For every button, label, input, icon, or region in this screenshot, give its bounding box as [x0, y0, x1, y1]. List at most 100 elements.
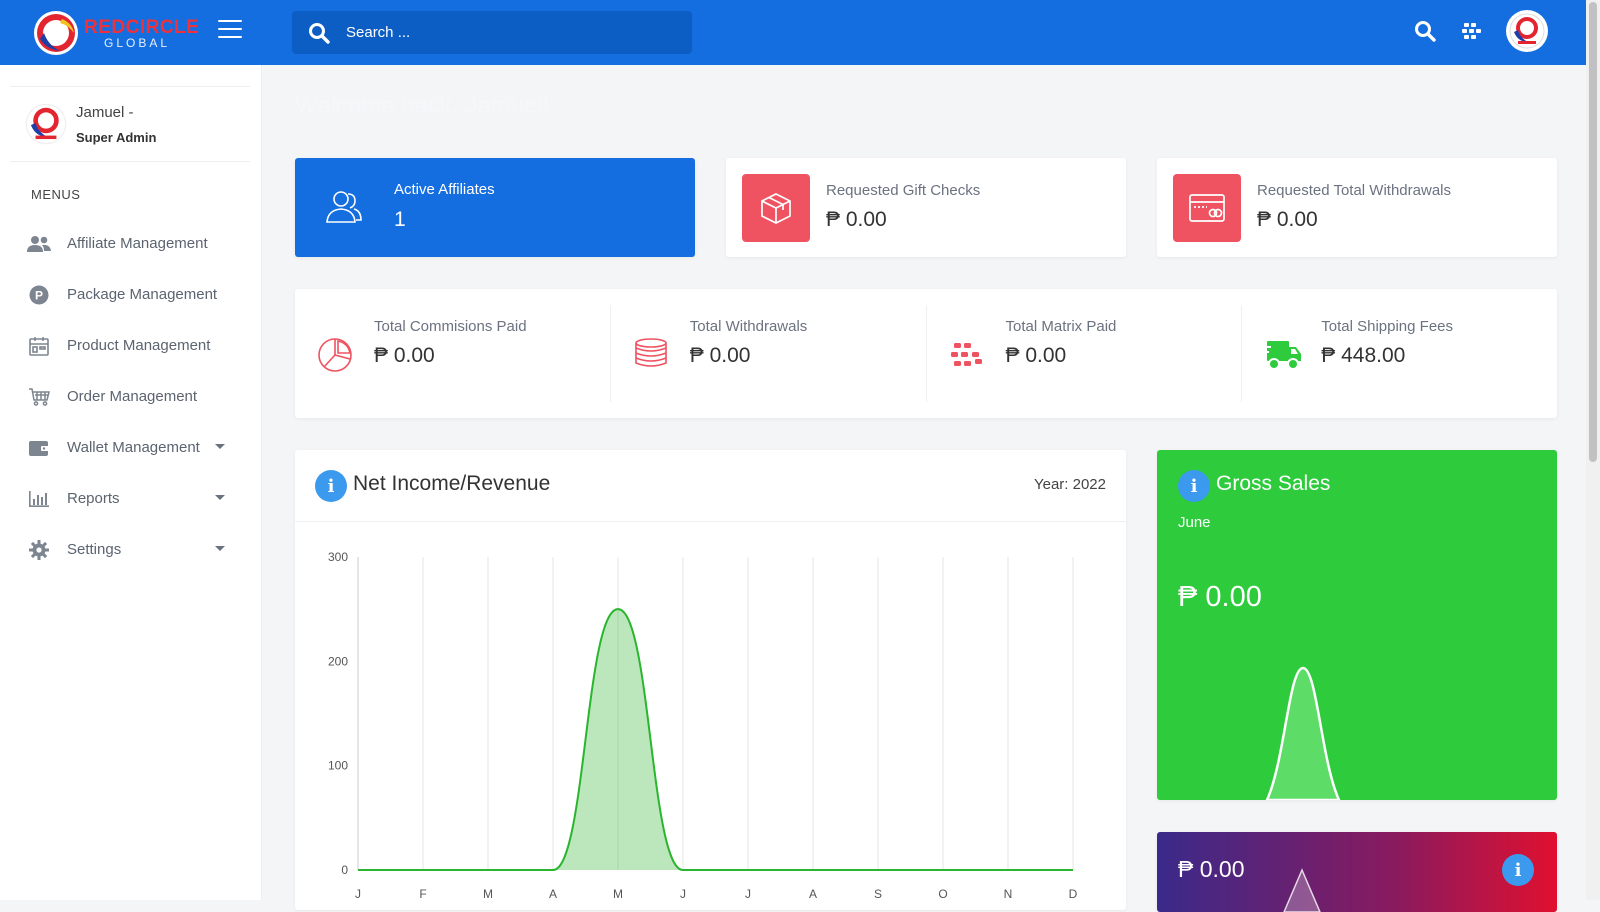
- x-tick-label: D: [1069, 887, 1078, 901]
- y-tick-label: 300: [328, 550, 348, 564]
- y-tick-label: 0: [341, 863, 348, 877]
- sidebar-item-product-management[interactable]: Product Management: [0, 320, 262, 371]
- data-point[interactable]: [354, 866, 362, 874]
- y-tick-label: 200: [328, 654, 348, 668]
- search-icon[interactable]: [1410, 16, 1440, 46]
- gross-sales-card: i Gross Sales June ₱ 0.00: [1157, 450, 1557, 800]
- data-point[interactable]: [419, 866, 427, 874]
- sidebar-item-label: Product Management: [67, 337, 211, 354]
- data-point[interactable]: [484, 866, 492, 874]
- info-icon[interactable]: i: [315, 470, 347, 502]
- net-income-chart: 0 100 200 300 J F M A M J J A S O N D: [328, 550, 1078, 901]
- search-box: [292, 11, 692, 54]
- stat-label: Total Withdrawals: [689, 318, 808, 335]
- chevron-down-icon: [215, 495, 225, 500]
- sidebar-item-label: Order Management: [67, 388, 198, 405]
- stat-value: ₱ 0.00: [1005, 344, 1067, 367]
- sidebar-item-label: Settings: [67, 541, 122, 558]
- bar-chart-icon: [27, 490, 51, 508]
- sidebar: Jamuel - Super Admin MENUS Affiliate Man…: [0, 65, 262, 900]
- x-tick-label: N: [1004, 887, 1013, 901]
- coins-icon: [631, 335, 671, 375]
- redcircle-logo-icon: [34, 11, 78, 55]
- data-point[interactable]: [744, 866, 752, 874]
- sidebar-item-label: Wallet Management: [67, 439, 200, 456]
- user-avatar-icon: [25, 103, 67, 145]
- scrollbar-thumb[interactable]: [1589, 2, 1597, 462]
- data-point[interactable]: [1069, 866, 1077, 874]
- welcome-message: Welcome back, Jamuel!: [295, 92, 550, 119]
- x-tick-label: S: [874, 887, 882, 901]
- search-input[interactable]: [344, 11, 674, 54]
- brand-subtitle: GLOBAL: [104, 35, 171, 50]
- totals-summary-card: Total Commisions Paid ₱ 0.00 Total Withd…: [295, 289, 1557, 418]
- sidebar-nav: Affiliate Management P Package Managemen…: [0, 218, 262, 575]
- stat-label: Requested Gift Checks: [826, 182, 981, 199]
- x-tick-label: M: [483, 887, 493, 901]
- stat-value: 1: [394, 208, 406, 231]
- total-matrix-paid-stat[interactable]: Total Matrix Paid ₱ 0.00: [927, 305, 1243, 402]
- stat-value: ₱ 448.00: [1321, 344, 1406, 367]
- sidebar-item-wallet-management[interactable]: Wallet Management: [0, 422, 262, 473]
- sidebar-item-settings[interactable]: Settings: [0, 524, 262, 575]
- hamburger-menu-icon[interactable]: [218, 20, 242, 42]
- stat-label: Requested Total Withdrawals: [1257, 182, 1451, 199]
- x-tick-label: F: [419, 887, 426, 901]
- total-withdrawals-stat[interactable]: Total Withdrawals ₱ 0.00: [611, 305, 927, 402]
- sidebar-item-reports[interactable]: Reports: [0, 473, 262, 524]
- x-tick-label: M: [613, 887, 623, 901]
- truck-icon: [1262, 335, 1302, 375]
- avatar[interactable]: [1506, 10, 1548, 52]
- apps-icon[interactable]: [1458, 16, 1488, 46]
- search-icon[interactable]: [308, 22, 330, 44]
- user-role: Super Admin: [76, 129, 157, 145]
- net-income-chart-card: i Net Income/Revenue Year: 2022 0 100 200 3…: [295, 450, 1126, 910]
- matrix-icon: [947, 335, 987, 375]
- gross-sales-month: June: [1178, 514, 1211, 531]
- users-icon: [326, 191, 362, 223]
- stat-label: Active Affiliates: [394, 181, 495, 198]
- data-point[interactable]: [549, 866, 557, 874]
- avatar: [24, 102, 68, 146]
- menus-title: MENUS: [31, 187, 81, 202]
- chart-title: Net Income/Revenue: [353, 472, 551, 495]
- stat-label: Total Commisions Paid: [374, 318, 527, 335]
- data-point[interactable]: [614, 605, 622, 613]
- gross-sales-sparkline: [1265, 666, 1341, 800]
- data-point[interactable]: [679, 866, 687, 874]
- chart-header: i Net Income/Revenue Year: 2022: [295, 450, 1126, 522]
- stat-label: Total Shipping Fees: [1321, 318, 1453, 335]
- data-point[interactable]: [1004, 866, 1012, 874]
- sidebar-item-order-management[interactable]: Order Management: [0, 371, 262, 422]
- chart-year-label: Year: 2022: [1033, 476, 1106, 493]
- sidebar-item-label: Package Management: [67, 286, 218, 303]
- page-scrollbar[interactable]: [1586, 0, 1600, 900]
- data-point[interactable]: [939, 866, 947, 874]
- data-point[interactable]: [874, 866, 882, 874]
- stat-value: ₱ 0.00: [826, 208, 887, 231]
- summary-sparkline: [1283, 868, 1321, 912]
- svg-text:P: P: [35, 288, 43, 302]
- stat-value: ₱ 0.00: [1257, 208, 1318, 231]
- requested-total-withdrawals-card[interactable]: Requested Total Withdrawals ₱ 0.00: [1157, 158, 1557, 257]
- x-tick-label: J: [355, 887, 361, 901]
- stat-value: ₱ 0.00: [374, 344, 435, 367]
- active-affiliates-card[interactable]: Active Affiliates 1: [295, 158, 695, 257]
- x-tick-label: A: [549, 887, 557, 901]
- pie-chart-icon: [315, 335, 355, 375]
- sidebar-item-package-management[interactable]: P Package Management: [0, 269, 262, 320]
- info-icon[interactable]: i: [1178, 470, 1210, 502]
- total-shipping-fees-stat[interactable]: Total Shipping Fees ₱ 448.00: [1242, 305, 1557, 402]
- brand-logo[interactable]: REDCIRCLE GLOBAL: [32, 9, 199, 57]
- chevron-down-icon: [215, 546, 225, 551]
- requested-gift-checks-card[interactable]: Requested Gift Checks ₱ 0.00: [726, 158, 1126, 257]
- data-point[interactable]: [809, 866, 817, 874]
- users-icon: [27, 235, 51, 253]
- user-profile[interactable]: Jamuel - Super Admin: [10, 86, 250, 162]
- series-line: [358, 608, 1073, 871]
- sidebar-item-label: Affiliate Management: [67, 235, 208, 252]
- brand-name: REDCIRCLE: [84, 16, 200, 38]
- chevron-down-icon: [215, 444, 225, 449]
- sidebar-item-affiliate-management[interactable]: Affiliate Management: [0, 218, 262, 269]
- total-commissions-stat[interactable]: Total Commisions Paid ₱ 0.00: [295, 305, 611, 402]
